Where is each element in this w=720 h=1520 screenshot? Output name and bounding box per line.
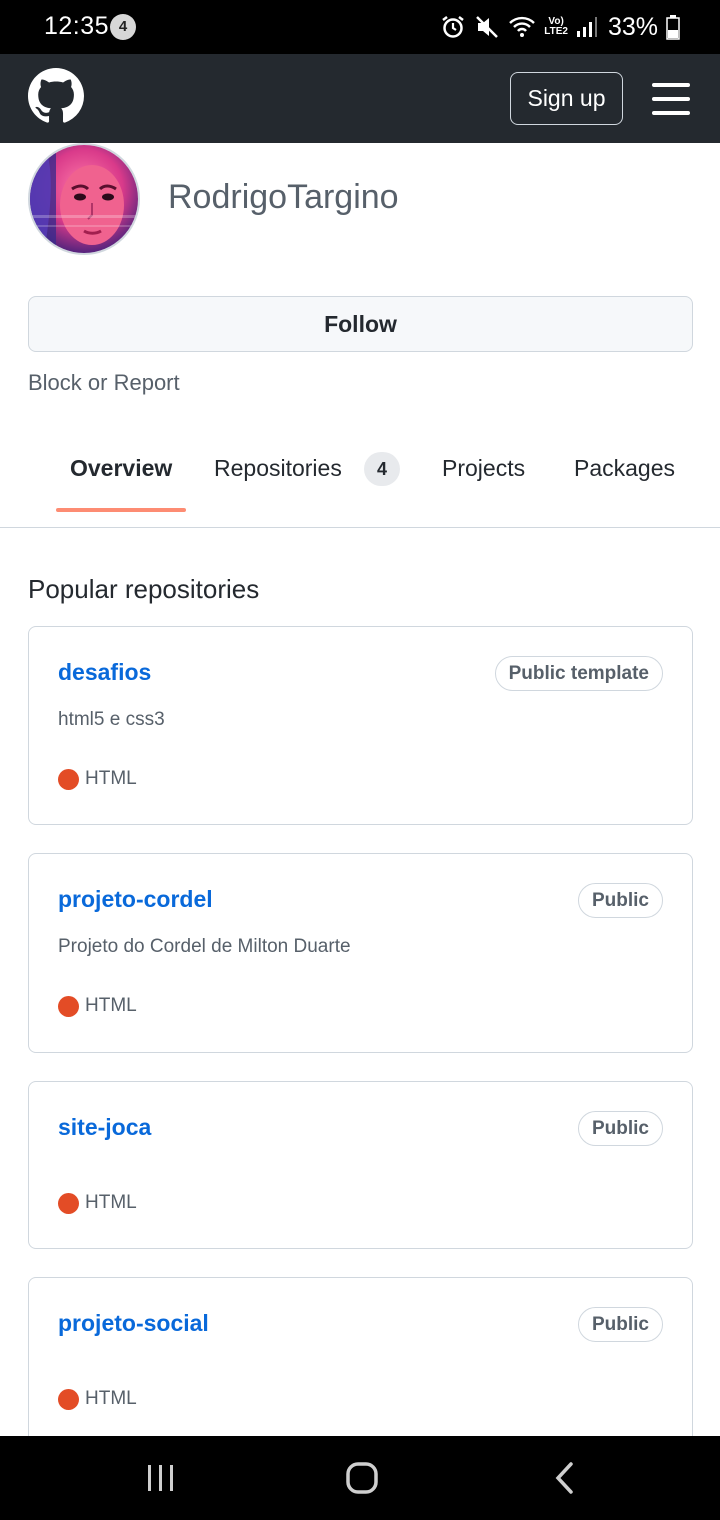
- signal-icon: [576, 15, 598, 39]
- repo-description: Projeto do Cordel de Milton Duarte: [58, 936, 351, 957]
- status-bar: 12:35 4 Vo) LTE2 33%: [0, 0, 720, 54]
- popular-repositories-heading: Popular repositories: [28, 574, 260, 604]
- repo-card: site-joca Public HTML: [28, 1081, 693, 1249]
- repo-card: desafios Public template html5 e css3 HT…: [28, 626, 693, 825]
- visibility-badge: Public template: [494, 656, 663, 691]
- repo-language: HTML: [58, 1192, 137, 1214]
- mute-icon: [474, 14, 500, 40]
- profile-username: RodrigoTargino: [168, 178, 399, 216]
- language-label: HTML: [85, 1192, 137, 1213]
- visibility-badge: Public: [577, 883, 663, 918]
- tab-packages[interactable]: Packages: [574, 455, 675, 482]
- visibility-badge: Public: [577, 1307, 663, 1342]
- notification-count-badge: 4: [110, 14, 136, 40]
- tab-repositories[interactable]: Repositories: [214, 455, 342, 482]
- system-nav-bar: [0, 1436, 720, 1520]
- repositories-count-badge: 4: [364, 452, 400, 486]
- avatar[interactable]: [28, 143, 140, 255]
- follow-button[interactable]: Follow: [28, 296, 693, 352]
- repo-card: projeto-cordel Public Projeto do Cordel …: [28, 853, 693, 1053]
- back-icon[interactable]: [534, 1456, 594, 1500]
- hamburger-menu-icon[interactable]: [652, 83, 690, 115]
- status-time: 12:35: [44, 12, 110, 40]
- network-type: Vo) LTE2: [544, 16, 568, 37]
- language-color-dot: [58, 995, 79, 1017]
- status-icons: Vo) LTE2 33%: [440, 10, 680, 44]
- repo-language: HTML: [58, 1388, 137, 1410]
- home-icon[interactable]: [332, 1456, 392, 1500]
- repo-description: html5 e css3: [58, 709, 165, 730]
- language-color-dot: [58, 1192, 79, 1214]
- repo-name-link[interactable]: site-joca: [58, 1114, 151, 1141]
- battery-percent: 33%: [607, 12, 658, 41]
- active-tab-indicator: [56, 508, 186, 512]
- visibility-badge: Public: [577, 1111, 663, 1146]
- repo-name-link[interactable]: projeto-cordel: [58, 886, 213, 913]
- alarm-icon: [440, 14, 466, 40]
- language-label: HTML: [85, 768, 137, 789]
- tab-projects[interactable]: Projects: [442, 455, 525, 482]
- language-color-dot: [58, 768, 79, 790]
- site-header: Sign up: [0, 54, 720, 143]
- github-mark-icon[interactable]: [28, 68, 84, 124]
- recent-apps-icon[interactable]: [131, 1456, 191, 1500]
- battery-icon: [666, 14, 680, 40]
- language-label: HTML: [85, 995, 137, 1016]
- tabs-divider: [0, 527, 720, 528]
- block-or-report-link[interactable]: Block or Report: [28, 370, 180, 396]
- repo-language: HTML: [58, 768, 137, 790]
- repo-language: HTML: [58, 995, 137, 1017]
- wifi-icon: [508, 15, 536, 39]
- repo-name-link[interactable]: desafios: [58, 659, 151, 686]
- sign-up-button[interactable]: Sign up: [510, 72, 623, 125]
- repo-name-link[interactable]: projeto-social: [58, 1310, 209, 1337]
- language-color-dot: [58, 1388, 79, 1410]
- language-label: HTML: [85, 1388, 137, 1409]
- tab-overview[interactable]: Overview: [70, 455, 172, 482]
